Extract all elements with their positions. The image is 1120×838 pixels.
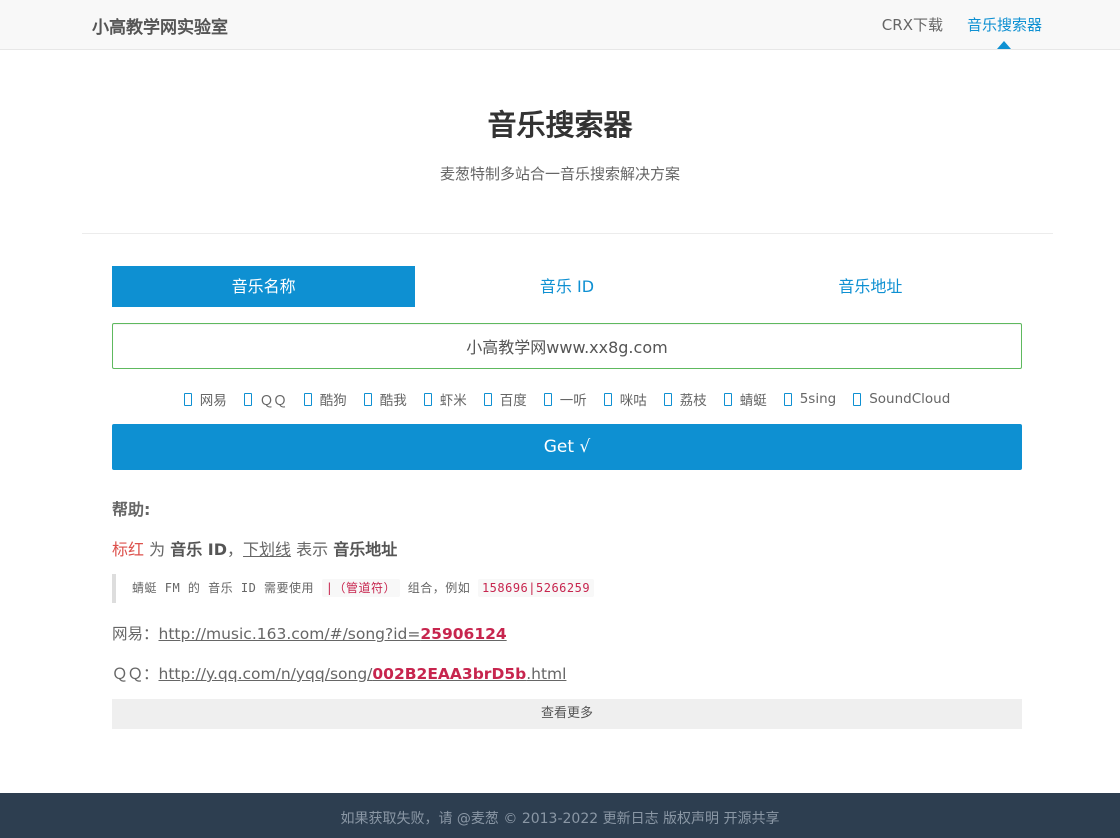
example-qq-link[interactable]: http://y.qq.com/n/yqq/song/002B2EAA3brD5… [159, 665, 567, 683]
checkbox-icon[interactable] [723, 392, 732, 406]
checkbox-icon[interactable] [853, 392, 862, 406]
help-legend: 标红 为 音乐 ID，下划线 表示 音乐地址 [112, 540, 398, 559]
search-type-tabs: 音乐名称 音乐 ID 音乐地址 [112, 266, 1022, 307]
legend-red: 标红 [112, 540, 145, 559]
legend-underline: 下划线 [243, 540, 292, 559]
tab-music-name[interactable]: 音乐名称 [112, 266, 416, 307]
checkbox-icon[interactable] [663, 392, 672, 406]
site-checkbox-qq[interactable]: ＱＱ [243, 389, 287, 409]
checkbox-icon[interactable] [243, 392, 252, 406]
site-checkbox-xiami[interactable]: 虾米 [423, 389, 467, 409]
get-button[interactable]: Get √ [112, 424, 1022, 470]
checkbox-icon[interactable] [543, 392, 552, 406]
site-checkbox-group: 网易 ＱＱ 酷狗 酷我 虾米 百度 一听 咪咕 荔枝 蜻蜓 5sing Soun… [112, 389, 1022, 409]
search-input[interactable] [112, 323, 1022, 369]
help-note: 蜻蜓 FM 的 音乐 ID 需要使用 |（管道符） 组合，例如 158696|5… [112, 574, 712, 603]
page-title: 音乐搜索器 [487, 108, 633, 142]
page-subtitle: 麦葱特制多站合一音乐搜索解决方案 [439, 165, 680, 183]
divider [82, 233, 1053, 234]
checkbox-icon[interactable] [783, 392, 792, 406]
example-qq: ＱＱ：http://y.qq.com/n/yqq/song/002B2EAA3b… [112, 665, 567, 683]
checkbox-icon[interactable] [603, 392, 612, 406]
top-navbar: 小高教学网实验室 CRX下载 音乐搜索器 [0, 0, 1120, 50]
tab-music-url[interactable]: 音乐地址 [719, 266, 1022, 307]
legend-music-url: 音乐地址 [333, 540, 398, 559]
brand-link[interactable]: 小高教学网实验室 [92, 13, 228, 38]
site-checkbox-lizhi[interactable]: 荔枝 [663, 389, 707, 409]
nav-link-music-search-label: 音乐搜索器 [966, 16, 1042, 34]
checkbox-icon[interactable] [183, 392, 192, 406]
site-checkbox-migu[interactable]: 咪咕 [603, 389, 647, 409]
footer: 如果获取失败，请 @麦葱 © 2013-2022 更新日志 版权声明 开源共享 [0, 793, 1120, 838]
note-example-code: 158696|5266259 [477, 579, 595, 597]
checkbox-icon[interactable] [483, 392, 492, 406]
site-checkbox-kuwo[interactable]: 酷我 [363, 389, 407, 409]
site-checkbox-baidu[interactable]: 百度 [483, 389, 527, 409]
tab-music-id[interactable]: 音乐 ID [415, 266, 718, 307]
checkbox-icon[interactable] [363, 392, 372, 406]
checkbox-icon[interactable] [423, 392, 432, 406]
example-netease: 网易：http://music.163.com/#/song?id=259061… [112, 625, 507, 643]
nav-link-music-search[interactable]: 音乐搜索器 [966, 14, 1042, 49]
site-checkbox-netease[interactable]: 网易 [183, 389, 227, 409]
site-checkbox-1ting[interactable]: 一听 [543, 389, 587, 409]
site-checkbox-kugou[interactable]: 酷狗 [303, 389, 347, 409]
example-netease-link[interactable]: http://music.163.com/#/song?id=25906124 [159, 625, 507, 643]
help-heading: 帮助: [112, 500, 151, 519]
site-checkbox-soundcloud[interactable]: SoundCloud [853, 389, 950, 409]
view-more-button[interactable]: 查看更多 [112, 699, 1022, 729]
footer-text: 如果获取失败，请 @麦葱 © 2013-2022 更新日志 版权声明 开源共享 [340, 811, 780, 827]
nav-links: CRX下载 音乐搜索器 [882, 14, 1042, 49]
legend-music-id: 音乐 ID [170, 540, 228, 559]
nav-link-crx-download[interactable]: CRX下载 [882, 14, 943, 35]
site-checkbox-5sing[interactable]: 5sing [783, 389, 836, 409]
active-caret-icon [997, 41, 1012, 49]
note-pipe-code: |（管道符） [321, 579, 400, 597]
site-checkbox-qingting[interactable]: 蜻蜓 [723, 389, 767, 409]
checkbox-icon[interactable] [303, 392, 312, 406]
